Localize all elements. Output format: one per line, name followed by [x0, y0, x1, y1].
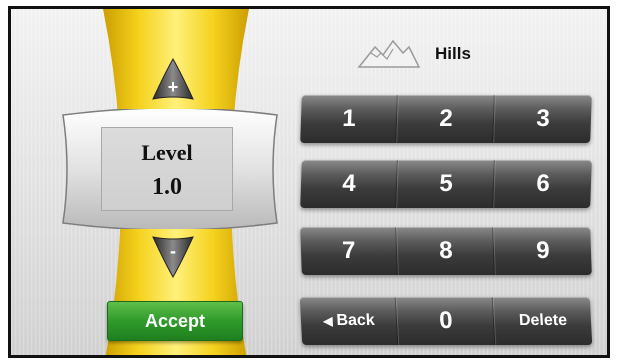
level-panel: Level 1.0: [57, 109, 283, 229]
key-7[interactable]: 7: [300, 227, 399, 275]
key-3[interactable]: 3: [494, 95, 592, 143]
key-8[interactable]: 8: [397, 227, 496, 275]
key-0[interactable]: 0: [396, 297, 497, 345]
workout-mode: Hills: [357, 37, 557, 73]
level-increase-button[interactable]: +: [151, 57, 195, 103]
key-9[interactable]: 9: [494, 227, 592, 275]
minus-icon: -: [170, 241, 176, 261]
mode-label: Hills: [435, 44, 471, 63]
back-arrow-icon: ◀: [322, 314, 333, 328]
keypad-row-1: 1 2 3: [300, 95, 592, 143]
key-5[interactable]: 5: [397, 160, 496, 208]
accept-button[interactable]: Accept: [107, 301, 243, 341]
key-4[interactable]: 4: [300, 160, 399, 208]
key-6[interactable]: 6: [494, 160, 592, 208]
level-decrease-button[interactable]: -: [151, 233, 195, 279]
level-display: Level 1.0: [101, 127, 233, 211]
level-value: 1.0: [152, 174, 182, 200]
back-label: Back: [336, 312, 376, 329]
mountain-icon: [357, 39, 421, 68]
plus-icon: +: [168, 77, 179, 97]
key-2[interactable]: 2: [397, 95, 496, 143]
delete-button[interactable]: Delete: [494, 297, 593, 345]
key-1[interactable]: 1: [300, 95, 399, 143]
treadmill-screen: + Level 1.0 - Accept Hills 1 2 3 4 5 6 7…: [8, 6, 610, 358]
keypad-row-2: 4 5 6: [300, 160, 592, 208]
back-button[interactable]: ◀ Back: [299, 297, 400, 345]
keypad-row-3: 7 8 9: [300, 227, 592, 275]
keypad-row-4: ◀ Back 0 Delete: [299, 297, 593, 345]
level-label: Level: [141, 140, 193, 165]
